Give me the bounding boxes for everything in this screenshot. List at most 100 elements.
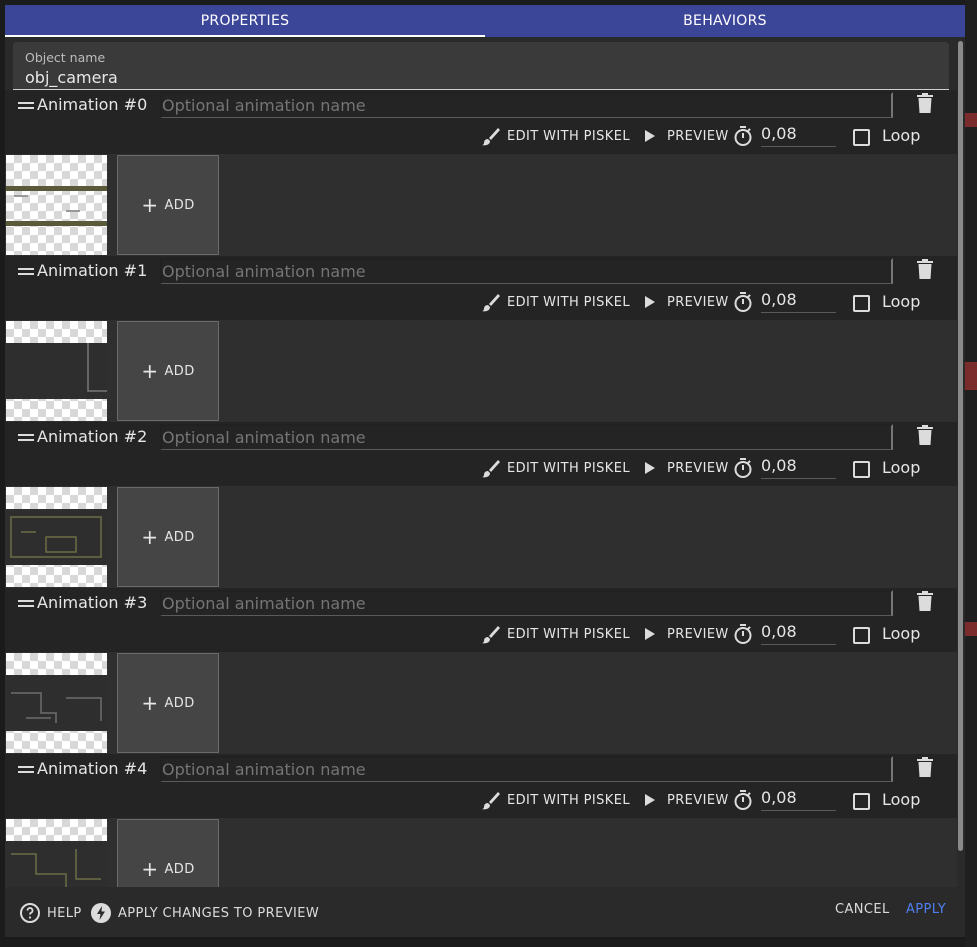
preview-button[interactable]: PREVIEW xyxy=(639,622,729,646)
sprite-thumbnail[interactable] xyxy=(6,819,107,887)
animation-title: Animation #4 xyxy=(37,759,148,778)
loop-label: Loop xyxy=(882,126,921,145)
add-label: ADD xyxy=(164,197,195,213)
add-sprite-button[interactable]: + ADD xyxy=(117,321,219,421)
edit-with-piskel-label: EDIT WITH PISKEL xyxy=(507,792,630,808)
scrollbar[interactable] xyxy=(958,41,963,851)
drag-handle-icon[interactable] xyxy=(18,434,34,443)
cancel-button[interactable]: CANCEL xyxy=(835,902,890,917)
loop-checkbox[interactable] xyxy=(853,295,870,312)
add-label: ADD xyxy=(164,529,195,545)
preview-label: PREVIEW xyxy=(667,460,729,476)
play-icon xyxy=(645,628,655,640)
add-sprite-button[interactable]: + ADD xyxy=(117,487,219,587)
dialog-footer: HELP APPLY CHANGES TO PREVIEW CANCEL APP… xyxy=(5,887,965,937)
preview-button[interactable]: PREVIEW xyxy=(639,456,729,480)
edit-with-piskel-button[interactable]: EDIT WITH PISKEL xyxy=(479,788,630,812)
sprites-row: + ADD xyxy=(5,652,957,754)
frame-time-input[interactable]: 0,08 xyxy=(761,123,836,147)
drag-handle-icon[interactable] xyxy=(18,102,34,111)
drag-handle-icon[interactable] xyxy=(18,766,34,775)
background-editor xyxy=(965,0,977,947)
preview-button[interactable]: PREVIEW xyxy=(639,124,729,148)
frame-time-input[interactable]: 0,08 xyxy=(761,621,836,645)
trash-icon[interactable] xyxy=(917,591,933,611)
frame-time-input[interactable]: 0,08 xyxy=(761,787,836,811)
animation-title: Animation #3 xyxy=(37,593,148,612)
object-name-input[interactable]: obj_camera xyxy=(25,68,118,87)
loop-checkbox[interactable] xyxy=(853,627,870,644)
trash-icon[interactable] xyxy=(917,93,933,113)
timer-icon xyxy=(734,790,752,810)
tab-properties[interactable]: PROPERTIES xyxy=(5,5,485,37)
animation-title: Animation #1 xyxy=(37,261,148,280)
trash-icon[interactable] xyxy=(917,757,933,777)
trash-icon[interactable] xyxy=(917,425,933,445)
object-name-field[interactable]: Object name obj_camera xyxy=(13,42,949,90)
loop-checkbox[interactable] xyxy=(853,461,870,478)
timer-icon xyxy=(734,624,752,644)
animation-name-input[interactable] xyxy=(160,590,893,616)
lightning-icon xyxy=(91,903,111,923)
edit-with-piskel-button[interactable]: EDIT WITH PISKEL xyxy=(479,290,630,314)
brush-icon xyxy=(482,128,500,146)
loop-label: Loop xyxy=(882,458,921,477)
preview-button[interactable]: PREVIEW xyxy=(639,290,729,314)
help-button[interactable]: HELP xyxy=(19,902,82,924)
sprite-thumbnail[interactable] xyxy=(6,653,107,753)
loop-label: Loop xyxy=(882,292,921,311)
object-name-label: Object name xyxy=(25,50,106,65)
trash-icon[interactable] xyxy=(917,259,933,279)
brush-icon xyxy=(482,626,500,644)
animation-item: Animation #2 EDIT WITH PISKEL PREVIEW xyxy=(5,422,957,588)
add-label: ADD xyxy=(164,861,195,877)
tab-behaviors[interactable]: BEHAVIORS xyxy=(485,5,965,37)
sprite-thumbnail[interactable] xyxy=(6,321,107,421)
help-icon xyxy=(20,903,40,923)
play-icon xyxy=(645,296,655,308)
brush-icon xyxy=(482,460,500,478)
plus-icon: + xyxy=(141,193,159,217)
animation-name-input[interactable] xyxy=(160,756,893,782)
timer-icon xyxy=(734,126,752,146)
frame-time-input[interactable]: 0,08 xyxy=(761,455,836,479)
sprites-row: + ADD xyxy=(5,320,957,422)
sprite-thumbnail[interactable] xyxy=(6,487,107,587)
tab-bar: PROPERTIES BEHAVIORS xyxy=(5,5,965,37)
sprites-row: + ADD xyxy=(5,486,957,588)
animation-name-input[interactable] xyxy=(160,92,893,118)
animation-header: Animation #3 EDIT WITH PISKEL PREVIEW xyxy=(5,588,957,652)
loop-checkbox[interactable] xyxy=(853,129,870,146)
add-sprite-button[interactable]: + ADD xyxy=(117,819,219,887)
play-icon xyxy=(645,794,655,806)
edit-with-piskel-label: EDIT WITH PISKEL xyxy=(507,626,630,642)
drag-handle-icon[interactable] xyxy=(18,600,34,609)
edit-with-piskel-button[interactable]: EDIT WITH PISKEL xyxy=(479,456,630,480)
plus-icon: + xyxy=(141,525,159,549)
edit-with-piskel-label: EDIT WITH PISKEL xyxy=(507,128,630,144)
animation-header: Animation #2 EDIT WITH PISKEL PREVIEW xyxy=(5,422,957,486)
plus-icon: + xyxy=(141,359,159,383)
apply-button[interactable]: APPLY xyxy=(906,902,946,917)
add-sprite-button[interactable]: + ADD xyxy=(117,653,219,753)
animation-title: Animation #0 xyxy=(37,95,148,114)
preview-label: PREVIEW xyxy=(667,294,729,310)
edit-with-piskel-label: EDIT WITH PISKEL xyxy=(507,460,630,476)
apply-changes-to-preview-button[interactable]: APPLY CHANGES TO PREVIEW xyxy=(90,902,319,924)
brush-icon xyxy=(482,294,500,312)
loop-label: Loop xyxy=(882,790,921,809)
apply-changes-to-preview-label: APPLY CHANGES TO PREVIEW xyxy=(118,905,320,921)
sprite-thumbnail[interactable] xyxy=(6,155,107,255)
edit-with-piskel-button[interactable]: EDIT WITH PISKEL xyxy=(479,622,630,646)
animation-item: Animation #0 EDIT WITH PISKEL PREVIEW xyxy=(5,90,957,256)
frame-time-input[interactable]: 0,08 xyxy=(761,289,836,313)
preview-button[interactable]: PREVIEW xyxy=(639,788,729,812)
add-sprite-button[interactable]: + ADD xyxy=(117,155,219,255)
animation-header: Animation #0 EDIT WITH PISKEL PREVIEW xyxy=(5,90,957,154)
drag-handle-icon[interactable] xyxy=(18,268,34,277)
animation-name-input[interactable] xyxy=(160,258,893,284)
loop-checkbox[interactable] xyxy=(853,793,870,810)
edit-with-piskel-button[interactable]: EDIT WITH PISKEL xyxy=(479,124,630,148)
animation-header: Animation #4 EDIT WITH PISKEL PREVIEW xyxy=(5,754,957,818)
animation-name-input[interactable] xyxy=(160,424,893,450)
